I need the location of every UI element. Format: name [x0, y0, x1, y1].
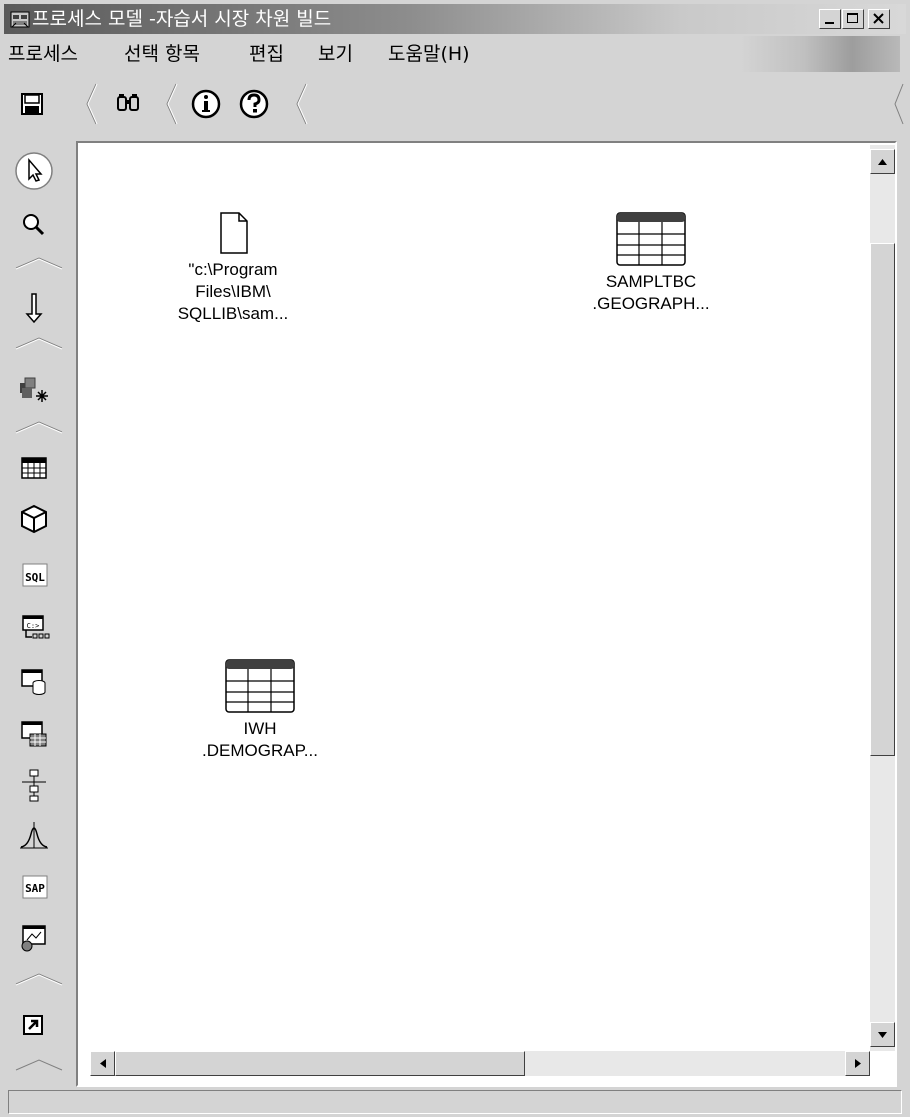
- question-icon: [239, 89, 269, 119]
- minimize-icon: [825, 22, 834, 24]
- palette-separator: [15, 421, 63, 434]
- binoculars-icon: [117, 94, 139, 111]
- file-export-tool-button[interactable]: [10, 658, 60, 704]
- magnifier-icon: [23, 214, 45, 236]
- sap-icon: SAP: [22, 875, 48, 899]
- menu-help[interactable]: 도움말(H): [388, 42, 470, 66]
- window-title: 프로세스 모델 -자습서 시장 차원 빌드: [32, 8, 332, 30]
- command-tool-button[interactable]: C:>: [10, 606, 60, 652]
- toolbar: [4, 74, 906, 136]
- globe-window-icon: [21, 925, 46, 952]
- svg-text:C:>: C:>: [27, 622, 40, 630]
- cube-tool-button[interactable]: [10, 496, 60, 542]
- svg-text:SQL: SQL: [25, 571, 45, 584]
- table-tool-button[interactable]: [10, 446, 60, 492]
- canvas-frame: "c:\Program Files\IBM\ SQLLIB\sam... SAM…: [76, 141, 897, 1087]
- app-icon: [10, 11, 30, 28]
- geography-node-label: SAMPLTBC .GEOGRAPH...: [592, 272, 710, 313]
- file-node[interactable]: "c:\Program Files\IBM\ SQLLIB\sam...: [148, 211, 318, 325]
- pointer-arrow-icon: [15, 152, 53, 190]
- vertical-scrollbar[interactable]: [870, 145, 895, 1051]
- sql-tool-button[interactable]: SQL: [10, 552, 60, 598]
- palette-separator: [15, 337, 63, 350]
- shortcut-arrow-icon: [23, 1015, 43, 1035]
- menu-decoration: [740, 36, 900, 72]
- sql-icon: SQL: [22, 563, 48, 587]
- window-cylinder-icon: [21, 669, 46, 695]
- palette-separator: [15, 973, 63, 986]
- find-button[interactable]: [108, 84, 148, 124]
- palette-separator: [15, 1059, 63, 1071]
- transformer-tool-button[interactable]: [10, 712, 60, 758]
- shortcut-tool-button[interactable]: [10, 1002, 60, 1048]
- menu-view[interactable]: 보기: [318, 42, 353, 66]
- table-icon: [616, 212, 686, 266]
- scroll-up-button[interactable]: [870, 149, 895, 174]
- close-button[interactable]: [868, 9, 890, 29]
- demographics-node-label: IWH .DEMOGRAP...: [202, 719, 318, 760]
- floppy-disk-icon: [21, 93, 43, 115]
- scroll-right-button[interactable]: [845, 1051, 870, 1076]
- scroll-left-button[interactable]: [90, 1051, 115, 1076]
- toolbar-separator: [86, 83, 98, 125]
- statistics-tool-button[interactable]: [10, 814, 60, 860]
- table-node-geography[interactable]: SAMPLTBC .GEOGRAPH...: [566, 211, 736, 315]
- tool-palette: SQL C:> SAP: [4, 140, 76, 1080]
- select-tool-button[interactable]: [10, 148, 60, 194]
- cascade-link-tool-button[interactable]: [10, 366, 60, 412]
- title-bar[interactable]: 프로세스 모델 -자습서 시장 차원 빌드: [4, 4, 906, 34]
- data-link-tool-button[interactable]: [10, 284, 60, 330]
- web-traffic-tool-button[interactable]: [10, 916, 60, 962]
- table-grid-icon: [21, 457, 47, 479]
- maximize-button[interactable]: [842, 9, 864, 29]
- tree-tool-button[interactable]: [10, 762, 60, 808]
- down-arrow-icon: [25, 293, 43, 324]
- menu-edit[interactable]: 편집: [249, 42, 284, 66]
- bell-curve-icon: [20, 822, 48, 849]
- toolbar-separator: [296, 83, 308, 125]
- menu-bar: 프로세스 선택 항목 편집 보기 도움말(H): [4, 36, 906, 72]
- file-node-label: "c:\Program Files\IBM\ SQLLIB\sam...: [177, 260, 289, 323]
- hierarchy-icon: [22, 769, 46, 802]
- toolbar-end-separator: [894, 83, 904, 125]
- palette-separator: [15, 257, 63, 270]
- zoom-tool-button[interactable]: [10, 202, 60, 248]
- cube-icon: [21, 504, 47, 534]
- cubes-star-icon: [20, 377, 48, 402]
- toolbar-separator: [166, 83, 178, 125]
- save-button[interactable]: [12, 84, 52, 124]
- info-button[interactable]: [186, 84, 226, 124]
- horizontal-scroll-thumb[interactable]: [115, 1051, 525, 1076]
- maximize-icon: [847, 13, 858, 23]
- vertical-scroll-thumb[interactable]: [870, 243, 895, 756]
- minimize-button[interactable]: [819, 9, 841, 29]
- file-icon: [220, 212, 248, 254]
- sap-tool-button[interactable]: SAP: [10, 864, 60, 910]
- table-node-demographics[interactable]: IWH .DEMOGRAP...: [175, 658, 345, 762]
- left-triangle-icon: [100, 1059, 106, 1068]
- horizontal-scrollbar[interactable]: [90, 1051, 870, 1076]
- up-triangle-icon: [878, 159, 887, 165]
- command-prompt-icon: C:>: [22, 615, 50, 639]
- help-button[interactable]: [234, 84, 274, 124]
- window-table-icon: [21, 721, 47, 747]
- right-triangle-icon: [855, 1059, 861, 1068]
- process-model-window: 프로세스 모델 -자습서 시장 차원 빌드 프로세스 선택 항목 편집 보기 도…: [0, 0, 910, 1117]
- menu-process[interactable]: 프로세스: [8, 42, 78, 66]
- menu-selected[interactable]: 선택 항목: [124, 42, 200, 66]
- down-triangle-icon: [878, 1032, 887, 1038]
- scroll-down-button[interactable]: [870, 1022, 895, 1047]
- status-bar: [8, 1090, 902, 1114]
- close-icon: [873, 13, 884, 24]
- process-canvas[interactable]: "c:\Program Files\IBM\ SQLLIB\sam... SAM…: [80, 145, 868, 1051]
- table-icon: [225, 659, 295, 713]
- svg-text:SAP: SAP: [25, 882, 45, 895]
- info-icon: [191, 89, 221, 119]
